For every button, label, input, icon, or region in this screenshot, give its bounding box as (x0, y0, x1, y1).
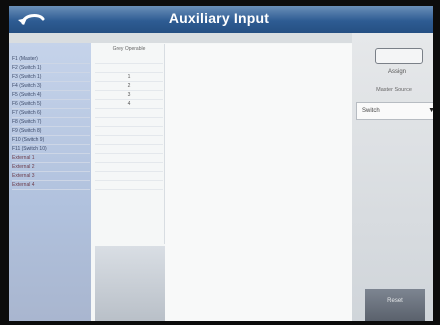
row-label: F1 (Master) (12, 55, 90, 64)
reset-label: Reset (387, 298, 403, 304)
master-source-label: Master Source (376, 87, 412, 93)
table-row[interactable]: F5 (Switch 4) 3 (9, 91, 167, 100)
row-value (95, 136, 163, 145)
master-source-value: Switch (362, 108, 380, 114)
table-row[interactable]: External 3 (9, 172, 167, 181)
lower-panel (95, 246, 165, 321)
column-header: Grey Operable (112, 46, 146, 52)
row-label: F6 (Switch 5) (12, 100, 90, 109)
row-value (95, 172, 163, 181)
row-label: F8 (Switch 7) (12, 118, 90, 127)
back-arrow-icon (18, 14, 45, 25)
screen: Auxiliary Input Grey Operable F1 (Master… (9, 6, 433, 321)
row-label: F5 (Switch 4) (12, 91, 90, 100)
row-value (95, 118, 163, 127)
table-row[interactable]: External 4 (9, 181, 167, 190)
table-row[interactable]: F8 (Switch 7) (9, 118, 167, 127)
row-value (95, 163, 163, 172)
table-row[interactable]: F6 (Switch 5) 4 (9, 100, 167, 109)
row-value (95, 145, 163, 154)
row-value (95, 55, 163, 64)
table-row[interactable]: F11 (Switch 10) (9, 145, 167, 154)
row-label: F7 (Switch 6) (12, 109, 90, 118)
row-value (95, 127, 163, 136)
row-label: F11 (Switch 10) (12, 145, 90, 154)
chevron-down-icon: ▼ (428, 107, 433, 114)
table-row[interactable]: External 1 (9, 154, 167, 163)
row-value: 1 (95, 73, 163, 82)
right-panel (352, 33, 433, 321)
row-value (95, 109, 163, 118)
row-label: F10 (Switch 9) (12, 136, 90, 145)
page-title: Auxiliary Input (168, 10, 270, 26)
table-row[interactable]: F9 (Switch 8) (9, 127, 167, 136)
row-value (95, 181, 163, 190)
table-row[interactable]: F1 (Master) (9, 55, 167, 64)
row-value (95, 64, 163, 73)
row-label: F9 (Switch 8) (12, 127, 90, 136)
row-value (95, 154, 163, 163)
master-source-select[interactable]: Switch ▼ (356, 102, 433, 120)
row-value: 3 (95, 91, 163, 100)
title-bar: Auxiliary Input (9, 6, 433, 33)
assign-label: Assign (387, 69, 406, 75)
row-label: F3 (Switch 1) (12, 73, 90, 82)
row-label: External 4 (12, 181, 90, 190)
row-label: External 2 (12, 163, 90, 172)
back-button[interactable] (15, 9, 49, 29)
table-row[interactable]: F4 (Switch 3) 2 (9, 82, 167, 91)
row-value: 4 (95, 100, 163, 109)
row-label: External 1 (12, 154, 90, 163)
table-row[interactable]: F2 (Switch 1) (9, 64, 167, 73)
row-label: F2 (Switch 1) (12, 64, 90, 73)
content-area (165, 44, 352, 321)
assign-button[interactable] (375, 48, 423, 64)
reset-button[interactable]: Reset (365, 289, 425, 321)
row-value: 2 (95, 82, 163, 91)
row-label: F4 (Switch 3) (12, 82, 90, 91)
table-row[interactable]: External 2 (9, 163, 167, 172)
table-row[interactable]: F7 (Switch 6) (9, 109, 167, 118)
table-row[interactable]: F10 (Switch 9) (9, 136, 167, 145)
row-label: External 3 (12, 172, 90, 181)
table-row[interactable]: F3 (Switch 1) 1 (9, 73, 167, 82)
